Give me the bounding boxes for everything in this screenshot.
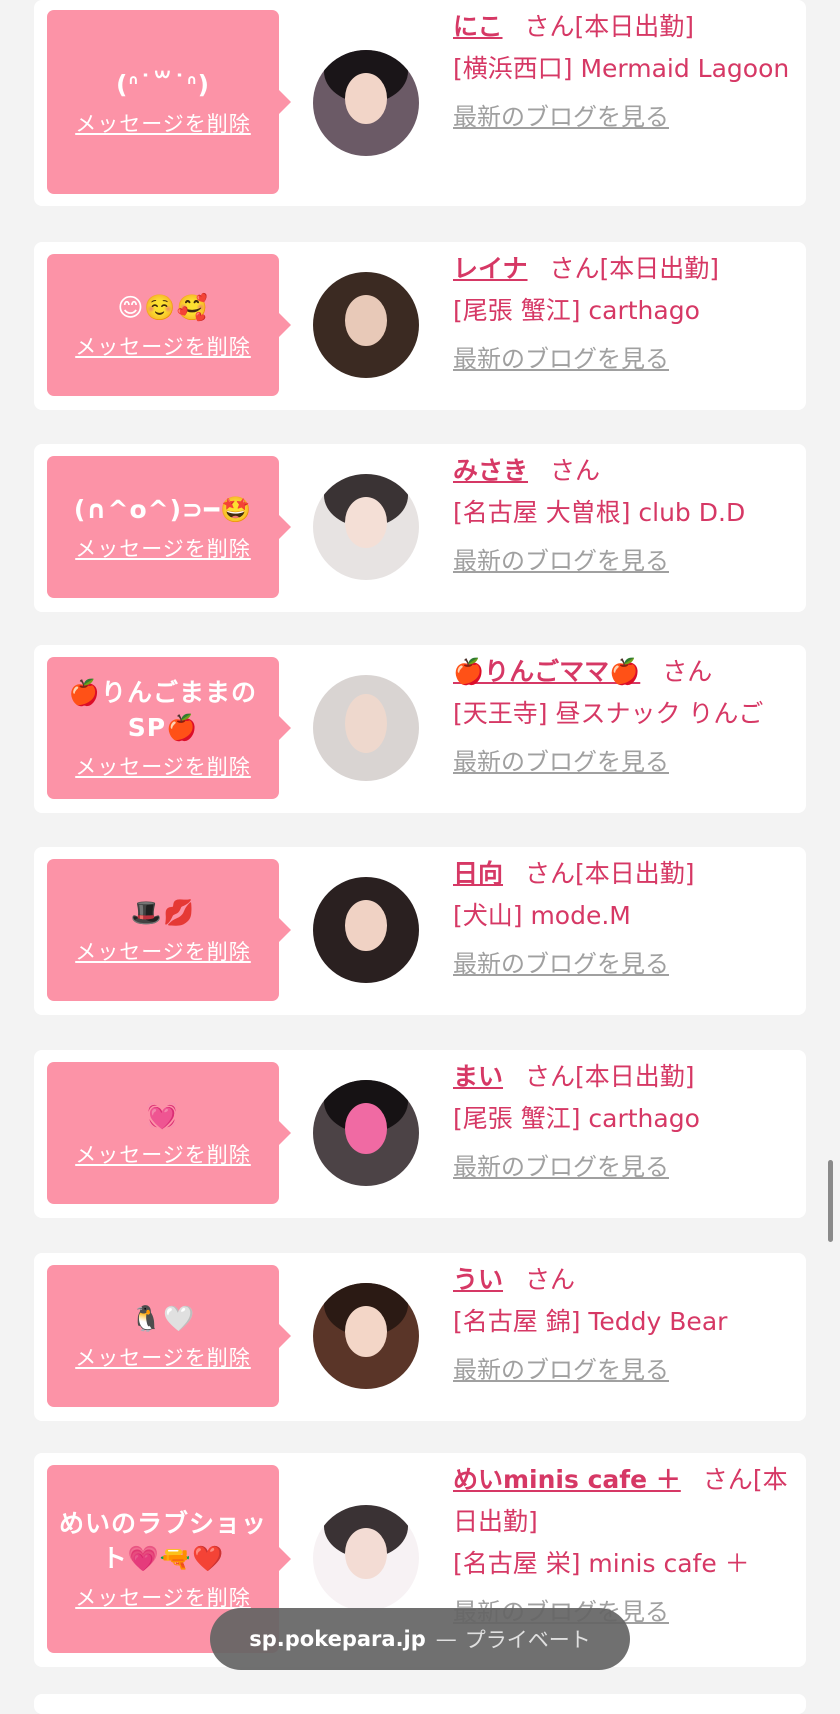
- message-text: 🍎りんごままのSP🍎: [68, 678, 258, 742]
- cast-name-link[interactable]: めいminis cafe ＋: [453, 1465, 681, 1494]
- cast-name-link[interactable]: 日向: [453, 859, 503, 888]
- honorific: さん: [702, 1465, 753, 1494]
- honorific: さん: [549, 254, 600, 283]
- message-text: 😊☺️🥰: [117, 292, 209, 322]
- favorite-list: (ᐢ˙꒳˙ᐢ) メッセージを削除 にこ さん[本日出勤] [横浜西口] Merma…: [0, 0, 840, 1714]
- url-separator: —: [435, 1627, 457, 1651]
- list-item: 🎩💋 メッセージを削除 日向 さん[本日出勤] [犬山] mode.M 最新のブロ…: [34, 847, 806, 1015]
- message-text: (∩^o^)⊃━🤩: [73, 494, 253, 524]
- shop-name: [横浜西口] Mermaid Lagoon: [453, 54, 790, 83]
- shop-name: [尾張 蟹江] carthago: [453, 1104, 700, 1133]
- cast-name-link[interactable]: まい: [453, 1062, 503, 1091]
- list-item: 🐧🤍 メッセージを削除 うい さん [名古屋 錦] Teddy Bear 最新のブ…: [34, 1253, 806, 1421]
- url-domain: sp.pokepara.jp: [249, 1627, 426, 1651]
- work-status: [本日出勤]: [575, 1062, 695, 1091]
- message-bubble: 😊☺️🥰 メッセージを削除: [47, 254, 291, 396]
- cast-info: 日向 さん[本日出勤] [犬山] mode.M 最新のブログを見る: [453, 853, 792, 985]
- delete-message-link[interactable]: メッセージを削除: [75, 751, 251, 781]
- message-bubble: 🐧🤍 メッセージを削除: [47, 1265, 291, 1407]
- honorific: さん: [662, 657, 713, 686]
- avatar[interactable]: [313, 1283, 419, 1389]
- cast-info: めいminis cafe ＋さん[本日出勤] [名古屋 栄] minis caf…: [453, 1459, 792, 1633]
- list-item: 💓 メッセージを削除 まい さん[本日出勤] [尾張 蟹江] carthago 最…: [34, 1050, 806, 1218]
- work-status: [本日出勤]: [575, 859, 695, 888]
- latest-blog-link[interactable]: 最新のブログを見る: [453, 741, 792, 783]
- honorific: さん: [525, 859, 576, 888]
- message-text: 💓: [146, 1100, 180, 1130]
- shop-name: [犬山] mode.M: [453, 901, 631, 930]
- message-bubble: (ᐢ˙꒳˙ᐢ) メッセージを削除: [47, 10, 291, 194]
- cast-info: みさき さん [名古屋 大曽根] club D.D 最新のブログを見る: [453, 450, 792, 582]
- delete-message-link[interactable]: メッセージを削除: [75, 108, 251, 138]
- work-status: [本日出勤]: [574, 12, 695, 41]
- cast-name-link[interactable]: レイナ: [453, 254, 528, 283]
- message-bubble: 🎩💋 メッセージを削除: [47, 859, 291, 1001]
- avatar[interactable]: [313, 675, 419, 781]
- avatar[interactable]: [313, 1505, 419, 1611]
- list-item: 😊☺️🥰 メッセージを削除 レイナ さん[本日出勤] [尾張 蟹江] cartha…: [34, 242, 806, 410]
- list-item: (∩^o^)⊃━🤩 メッセージを削除 みさき さん [名古屋 大曽根] club …: [34, 444, 806, 612]
- shop-name: [尾張 蟹江] carthago: [453, 296, 700, 325]
- message-text: (ᐢ˙꒳˙ᐢ): [115, 69, 211, 99]
- latest-blog-link[interactable]: 最新のブログを見る: [453, 943, 792, 985]
- avatar[interactable]: [313, 474, 419, 580]
- private-mode-label: プライベート: [464, 1628, 591, 1652]
- honorific: さん: [525, 1265, 576, 1294]
- message-bubble: 💓 メッセージを削除: [47, 1062, 291, 1204]
- latest-blog-link[interactable]: 最新のブログを見る: [453, 96, 792, 138]
- latest-blog-link[interactable]: 最新のブログを見る: [453, 1146, 792, 1188]
- avatar[interactable]: [313, 877, 419, 983]
- cast-info: まい さん[本日出勤] [尾張 蟹江] carthago 最新のブログを見る: [453, 1056, 792, 1188]
- cast-info: 🍎りんごママ🍎 さん [天王寺] 昼スナック りんご 最新のブログを見る: [453, 651, 792, 783]
- honorific: さん: [524, 12, 575, 41]
- message-bubble: 🍎りんごままのSP🍎 メッセージを削除: [47, 657, 291, 799]
- honorific: さん: [550, 456, 601, 485]
- delete-message-link[interactable]: メッセージを削除: [75, 533, 251, 563]
- honorific: さん: [525, 1062, 576, 1091]
- scrollbar[interactable]: [828, 1160, 833, 1242]
- cast-info: うい さん [名古屋 錦] Teddy Bear 最新のブログを見る: [453, 1259, 792, 1391]
- shop-name: [名古屋 錦] Teddy Bear: [453, 1307, 728, 1336]
- cast-info: にこ さん[本日出勤] [横浜西口] Mermaid Lagoon 最新のブログを…: [453, 6, 792, 138]
- cast-name-link[interactable]: 🍎りんごママ🍎: [453, 657, 640, 686]
- delete-message-link[interactable]: メッセージを削除: [75, 936, 251, 966]
- latest-blog-link[interactable]: 最新のブログを見る: [453, 338, 792, 380]
- shop-name: [天王寺] 昼スナック りんご: [453, 699, 764, 728]
- list-item: (ᐢ˙꒳˙ᐢ) メッセージを削除 にこ さん[本日出勤] [横浜西口] Merma…: [34, 0, 806, 206]
- list-item: [34, 1694, 806, 1714]
- work-status: [本日出勤]: [599, 254, 720, 283]
- cast-info: レイナ さん[本日出勤] [尾張 蟹江] carthago 最新のブログを見る: [453, 248, 792, 380]
- delete-message-link[interactable]: メッセージを削除: [75, 1582, 251, 1612]
- message-text: めいのラブショット💗🔫❤️: [58, 1509, 267, 1573]
- delete-message-link[interactable]: メッセージを削除: [75, 331, 251, 361]
- address-bar[interactable]: sp.pokepara.jp — プライベート: [210, 1608, 630, 1670]
- shop-name: [名古屋 栄] minis cafe ＋: [453, 1549, 750, 1578]
- cast-name-link[interactable]: みさき: [453, 456, 528, 485]
- delete-message-link[interactable]: メッセージを削除: [75, 1139, 251, 1169]
- shop-name: [名古屋 大曽根] club D.D: [453, 498, 746, 527]
- message-text: 🎩💋: [130, 897, 196, 927]
- cast-name-link[interactable]: うい: [453, 1265, 503, 1294]
- avatar[interactable]: [313, 272, 419, 378]
- latest-blog-link[interactable]: 最新のブログを見る: [453, 540, 792, 582]
- avatar[interactable]: [313, 50, 419, 156]
- message-bubble: (∩^o^)⊃━🤩 メッセージを削除: [47, 456, 291, 598]
- delete-message-link[interactable]: メッセージを削除: [75, 1342, 251, 1372]
- cast-name-link[interactable]: にこ: [453, 12, 503, 41]
- list-item: 🍎りんごままのSP🍎 メッセージを削除 🍎りんごママ🍎 さん [天王寺] 昼スナッ…: [34, 645, 806, 813]
- avatar[interactable]: [313, 1080, 419, 1186]
- latest-blog-link[interactable]: 最新のブログを見る: [453, 1349, 792, 1391]
- message-text: 🐧🤍: [130, 1303, 196, 1333]
